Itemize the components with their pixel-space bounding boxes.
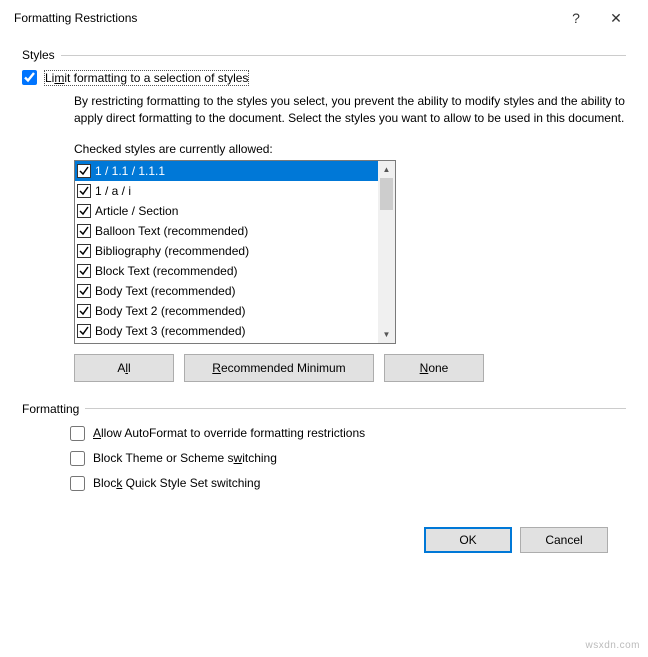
list-item[interactable]: Balloon Text (recommended) [75, 221, 378, 241]
list-item-checkbox[interactable] [77, 304, 91, 318]
formatting-options: Allow AutoFormat to override formatting … [70, 426, 626, 491]
scroll-down-button[interactable]: ▼ [378, 326, 395, 343]
block-theme-checkbox[interactable] [70, 451, 85, 466]
dialog-title: Formatting Restrictions [14, 11, 556, 25]
block-theme-row: Block Theme or Scheme switching [70, 451, 626, 466]
list-item-label: 1 / 1.1 / 1.1.1 [95, 164, 165, 178]
block-quick-label[interactable]: Block Quick Style Set switching [93, 476, 260, 490]
allow-autoformat-checkbox[interactable] [70, 426, 85, 441]
allow-autoformat-label[interactable]: Allow AutoFormat to override formatting … [93, 426, 365, 440]
formatting-group-label: Formatting [22, 402, 79, 416]
close-button[interactable]: ✕ [596, 10, 636, 27]
style-buttons-row: All Recommended Minimum None [74, 354, 626, 382]
list-item[interactable]: 1 / 1.1 / 1.1.1 [75, 161, 378, 181]
list-item-label: 1 / a / i [95, 184, 131, 198]
scroll-thumb[interactable] [380, 178, 393, 210]
list-item-label: Bibliography (recommended) [95, 244, 249, 258]
titlebar: Formatting Restrictions ? ✕ [0, 0, 648, 36]
list-item-checkbox[interactable] [77, 264, 91, 278]
list-item-label: Article / Section [95, 204, 178, 218]
divider [85, 408, 626, 409]
list-item-checkbox[interactable] [77, 204, 91, 218]
dialog-footer: OK Cancel [22, 515, 626, 553]
styles-group-label: Styles [22, 48, 55, 62]
styles-listbox-container: 1 / 1.1 / 1.1.1 1 / a / i Article / Sectio… [74, 160, 396, 344]
list-item[interactable]: 1 / a / i [75, 181, 378, 201]
list-item-checkbox[interactable] [77, 224, 91, 238]
list-item[interactable]: Body Text (recommended) [75, 281, 378, 301]
list-item[interactable]: Body Text 3 (recommended) [75, 321, 378, 341]
all-button[interactable]: All [74, 354, 174, 382]
list-item[interactable]: Body Text 2 (recommended) [75, 301, 378, 321]
list-item-label: Body Text (recommended) [95, 284, 236, 298]
list-item-label: Balloon Text (recommended) [95, 224, 248, 238]
list-item-label: Block Text (recommended) [95, 264, 238, 278]
list-item[interactable]: Article / Section [75, 201, 378, 221]
help-button[interactable]: ? [556, 10, 596, 26]
styles-listbox[interactable]: 1 / 1.1 / 1.1.1 1 / a / i Article / Sectio… [75, 161, 378, 343]
checked-styles-label: Checked styles are currently allowed: [74, 142, 626, 156]
block-quick-row: Block Quick Style Set switching [70, 476, 626, 491]
list-item[interactable]: Bibliography (recommended) [75, 241, 378, 261]
list-item-checkbox[interactable] [77, 324, 91, 338]
scroll-track[interactable] [378, 178, 395, 326]
restriction-description: By restricting formatting to the styles … [74, 93, 626, 128]
block-theme-label[interactable]: Block Theme or Scheme switching [93, 451, 277, 465]
scroll-up-button[interactable]: ▲ [378, 161, 395, 178]
list-item-checkbox[interactable] [77, 164, 91, 178]
block-quick-checkbox[interactable] [70, 476, 85, 491]
limit-formatting-label[interactable]: Limit formatting to a selection of style… [45, 71, 248, 85]
list-item[interactable]: Block Text (recommended) [75, 261, 378, 281]
list-item-checkbox[interactable] [77, 184, 91, 198]
ok-button[interactable]: OK [424, 527, 512, 553]
watermark: wsxdn.com [585, 640, 640, 651]
formatting-group-header: Formatting [22, 402, 626, 416]
dialog-content: Styles Limit formatting to a selection o… [0, 36, 648, 563]
divider [61, 55, 626, 56]
list-item-checkbox[interactable] [77, 284, 91, 298]
none-button[interactable]: None [384, 354, 484, 382]
scrollbar[interactable]: ▲ ▼ [378, 161, 395, 343]
recommended-minimum-button[interactable]: Recommended Minimum [184, 354, 374, 382]
limit-formatting-checkbox[interactable] [22, 70, 37, 85]
allow-autoformat-row: Allow AutoFormat to override formatting … [70, 426, 626, 441]
list-item-label: Body Text 3 (recommended) [95, 324, 246, 338]
list-item-label: Body Text 2 (recommended) [95, 304, 246, 318]
cancel-button[interactable]: Cancel [520, 527, 608, 553]
limit-formatting-row: Limit formatting to a selection of style… [22, 70, 626, 85]
list-item-checkbox[interactable] [77, 244, 91, 258]
styles-group-header: Styles [22, 48, 626, 62]
